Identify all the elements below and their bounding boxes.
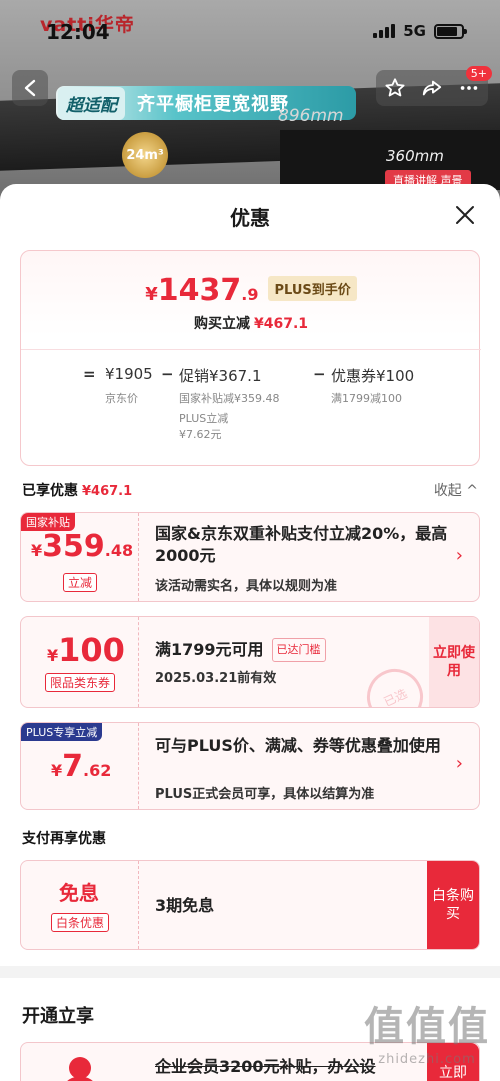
- coupon-expiry: 2025.03.21前有效: [155, 671, 277, 686]
- person-icon: [63, 1057, 97, 1081]
- enterprise-offer-text: 企业会员3200元补贴，办公设: [155, 1057, 376, 1076]
- signal-icon: [373, 24, 396, 38]
- plus-amount-panel: PLUS专享立减 ¥7.62: [21, 723, 139, 809]
- share-icon[interactable]: [421, 77, 443, 99]
- baitiao-tag: 白条优惠: [51, 913, 110, 932]
- amount-integer: 359: [42, 529, 105, 564]
- plus-corner-tag: PLUS专享立减: [21, 723, 103, 741]
- coupon-title: 满1799元可用 已达门槛: [155, 638, 326, 664]
- enjoyed-discount-label: 已享优惠: [22, 483, 78, 499]
- airflow-badge: 24m³: [122, 132, 168, 178]
- collapse-toggle[interactable]: 收起 ^: [434, 480, 478, 500]
- chevron-right-icon: ›: [455, 753, 463, 774]
- promo-type-tag: 立减: [63, 573, 98, 592]
- watermark-url: zhidezhi.com: [378, 1052, 476, 1067]
- baitiao-panel: 免息 白条优惠: [21, 861, 139, 949]
- instant-discount-label: 购买立减: [193, 316, 250, 332]
- promo-card-plus[interactable]: PLUS专享立减 ¥7.62 可与PLUS价、满减、券等优惠叠加使用 PLUS正…: [20, 722, 480, 810]
- promo-amount: ¥359.48: [31, 529, 133, 564]
- watermark-logo: 值值值: [364, 1004, 490, 1050]
- plus-details: 可与PLUS价、满减、券等优惠叠加使用 PLUS正式会员可享，具体以结算为准: [155, 723, 449, 809]
- installment-text: 3期免息: [155, 896, 215, 915]
- section-divider: [0, 966, 500, 978]
- use-coupon-button[interactable]: 立即使用: [429, 617, 479, 707]
- price-integer: 1437: [157, 273, 242, 308]
- plus-title: 可与PLUS价、满减、券等优惠叠加使用: [155, 736, 441, 755]
- pay-discount-header: 支付再享优惠: [22, 831, 106, 847]
- plus-price-tag: PLUS到手价: [268, 276, 357, 301]
- coupon-amount: ¥100: [47, 631, 125, 669]
- status-time: 12:04: [46, 20, 110, 44]
- plus-subtext: PLUS正式会员可享，具体以结算为准: [155, 787, 375, 802]
- instant-discount-row: 购买立减 ¥467.1: [21, 313, 481, 333]
- baitiao-details: 3期免息: [155, 861, 449, 949]
- amount-decimal: .62: [83, 761, 112, 780]
- currency-symbol: ¥: [47, 646, 59, 665]
- currency-symbol: ¥: [51, 761, 63, 780]
- baitiao-card[interactable]: 免息 白条优惠 3期免息 白条购买: [20, 860, 480, 950]
- minus-sign: −: [161, 365, 174, 383]
- coupon-detail: 满1799减100: [331, 392, 402, 405]
- coupon-type-tag: 限品类东券: [45, 673, 116, 692]
- slogan-text: 齐平橱柜更宽视野: [137, 94, 289, 115]
- promo-card-coupon[interactable]: ¥100 限品类东券 满1799元可用 已达门槛 2025.03.21前有效 已选…: [20, 616, 480, 708]
- amount-integer: 7: [62, 749, 84, 784]
- interest-free-label: 免息: [59, 881, 99, 905]
- promo-total: 促销¥367.1: [179, 367, 262, 385]
- jd-price: ¥1905: [105, 365, 153, 383]
- promo-detail-plus: PLUS立减: [179, 412, 229, 425]
- amount-decimal: .48: [104, 541, 134, 560]
- chevron-right-icon: ›: [455, 545, 463, 566]
- baitiao-buy-button[interactable]: 白条购买: [427, 861, 479, 949]
- star-icon[interactable]: [384, 77, 406, 99]
- final-price-card: ¥1437.9 PLUS到手价 购买立减 ¥467.1 = ¥1905 京东价 −…: [20, 250, 481, 466]
- final-price: ¥1437.9: [145, 273, 258, 308]
- message-count-badge: 5+: [465, 66, 492, 81]
- enjoyed-discount-header: 已享优惠 ¥467.1: [22, 480, 132, 500]
- threshold-reached-tag: 已达门槛: [271, 638, 326, 662]
- divider: [21, 349, 481, 350]
- currency-symbol: ¥: [31, 541, 43, 560]
- instant-discount-amount: ¥467.1: [253, 316, 309, 332]
- battery-icon: [434, 23, 467, 39]
- final-price-row: ¥1437.9 PLUS到手价: [21, 273, 481, 308]
- back-button[interactable]: [12, 70, 48, 106]
- open-enjoy-header: 开通立享: [22, 1006, 94, 1027]
- coupon-amount-panel: ¥100 限品类东券: [21, 617, 139, 707]
- status-indicators: 5G: [373, 22, 467, 40]
- promo-subtext: 该活动需实名，具体以规则为准: [155, 579, 338, 594]
- network-type: 5G: [403, 22, 426, 40]
- jd-price-label: 京东价: [105, 392, 138, 405]
- minus-sign: −: [313, 365, 326, 383]
- discount-sheet: 优惠 ¥1437.9 PLUS到手价 购买立减 ¥467.1 = ¥1905 京东…: [0, 184, 500, 1081]
- currency-symbol: ¥: [145, 284, 158, 305]
- promo-title: 国家&京东双重补贴支付立减20%，最高2000元: [155, 524, 448, 565]
- promo-amount-panel: 国家补贴 ¥359.48 立减: [21, 513, 139, 601]
- promo-detail-subsidy: 国家补贴减¥359.48: [179, 392, 280, 405]
- price-breakdown: = ¥1905 京东价 − 促销¥367.1 国家补贴减¥359.48 PLUS…: [21, 361, 481, 461]
- chevron-left-icon: [24, 79, 36, 97]
- equals-sign: =: [83, 365, 96, 383]
- plus-amount: ¥7.62: [51, 749, 111, 784]
- coupon-total: 优惠券¥100: [331, 367, 415, 385]
- price-decimal: .9: [241, 285, 259, 304]
- promo-details: 国家&京东双重补贴支付立减20%，最高2000元 该活动需实名，具体以规则为准: [155, 513, 449, 601]
- coupon-threshold: 满1799元可用: [155, 640, 264, 659]
- amount-integer: 100: [58, 631, 125, 669]
- close-icon[interactable]: [454, 204, 476, 226]
- sheet-title: 优惠: [230, 206, 270, 230]
- dimension-width: 896mm: [278, 106, 344, 126]
- enjoyed-discount-amount: ¥467.1: [82, 484, 133, 499]
- slogan-highlight: 超适配: [58, 86, 125, 120]
- site-watermark: 值值值 zhidezhi.com: [364, 994, 490, 1067]
- dimension-depth: 360mm: [386, 147, 444, 165]
- promo-card-subsidy[interactable]: 国家补贴 ¥359.48 立减 国家&京东双重补贴支付立减20%，最高2000元…: [20, 512, 480, 602]
- promo-detail-plus-amount: ¥7.62元: [179, 428, 222, 441]
